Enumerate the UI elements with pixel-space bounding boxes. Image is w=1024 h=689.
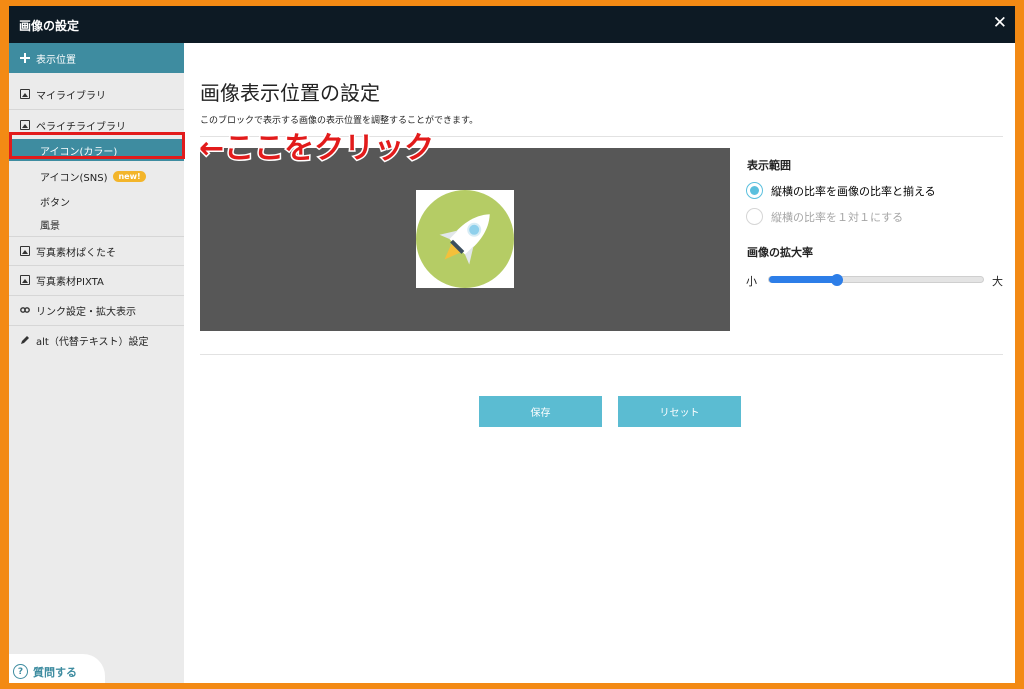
sidebar-subitem-label: ボタン bbox=[40, 197, 70, 209]
sidebar-item-label: 写真素材PIXTA bbox=[36, 276, 104, 288]
zoom-slider-row: 小 大 bbox=[746, 273, 1006, 288]
help-label: 質問する bbox=[33, 666, 77, 679]
close-icon[interactable]: ✕ bbox=[993, 13, 1007, 33]
sidebar-item-label: 写真素材ぱくたそ bbox=[36, 247, 116, 259]
radio-button[interactable] bbox=[746, 208, 763, 225]
pencil-icon bbox=[20, 335, 30, 345]
zoom-slider[interactable] bbox=[768, 274, 984, 286]
radio-option-square[interactable]: 縦横の比率を１対１にする bbox=[746, 208, 903, 225]
image-settings-dialog: 画像の設定 ✕ 表示位置 マイライブラリ ペライチライブラリ アイコン(カラー)… bbox=[9, 6, 1015, 683]
zoom-heading: 画像の拡大率 bbox=[747, 246, 813, 259]
radio-button[interactable] bbox=[746, 182, 763, 199]
reset-button[interactable]: リセット bbox=[618, 396, 741, 427]
sidebar-item-alt-text[interactable]: alt（代替テキスト）設定 bbox=[9, 325, 184, 355]
zoom-max-label: 大 bbox=[992, 275, 1003, 288]
sidebar-item-link-settings[interactable]: リンク設定・拡大表示 bbox=[9, 295, 184, 325]
question-icon: ? bbox=[13, 664, 28, 679]
dialog-title: 画像の設定 bbox=[19, 19, 80, 33]
sidebar-subitem-scenery[interactable]: 風景 bbox=[9, 213, 184, 235]
sidebar-subitem-button[interactable]: ボタン bbox=[9, 190, 184, 212]
image-icon bbox=[20, 246, 30, 256]
sidebar-item-my-library[interactable]: マイライブラリ bbox=[9, 79, 184, 109]
sidebar-item-label: 表示位置 bbox=[36, 54, 76, 66]
sidebar-item-label: ペライチライブラリ bbox=[36, 121, 126, 133]
radio-label: 縦横の比率を１対１にする bbox=[771, 210, 904, 224]
rocket-icon bbox=[416, 190, 514, 288]
help-button[interactable]: ? 質問する bbox=[9, 654, 105, 683]
divider bbox=[200, 354, 1003, 355]
preview-image bbox=[416, 190, 514, 288]
image-icon bbox=[20, 89, 30, 99]
zoom-slider-fill bbox=[769, 276, 838, 283]
sidebar-item-display-position[interactable]: 表示位置 bbox=[9, 43, 184, 73]
dialog-titlebar: 画像の設定 ✕ bbox=[9, 6, 1015, 43]
sidebar-item-label: alt（代替テキスト）設定 bbox=[36, 336, 149, 348]
range-heading: 表示範囲 bbox=[747, 159, 791, 172]
new-badge: new! bbox=[113, 170, 146, 182]
image-icon bbox=[20, 120, 30, 130]
radio-label: 縦横の比率を画像の比率と揃える bbox=[771, 184, 936, 198]
link-icon bbox=[20, 305, 30, 315]
image-icon bbox=[20, 275, 30, 285]
highlight-box bbox=[9, 132, 185, 159]
sidebar-item-pakutaso[interactable]: 写真素材ぱくたそ bbox=[9, 236, 184, 266]
move-icon bbox=[20, 53, 30, 63]
page-title: 画像表示位置の設定 bbox=[200, 81, 380, 105]
sidebar-subitem-icon-sns[interactable]: アイコン(SNS) new! bbox=[9, 165, 184, 187]
zoom-min-label: 小 bbox=[746, 275, 757, 288]
sidebar-subitem-label: アイコン(SNS) bbox=[40, 172, 108, 184]
save-button[interactable]: 保存 bbox=[479, 396, 602, 427]
zoom-slider-thumb[interactable] bbox=[831, 274, 844, 286]
sidebar-subitem-label: 風景 bbox=[40, 220, 60, 232]
click-here-annotation: ←ここをクリック bbox=[197, 130, 435, 168]
image-preview[interactable] bbox=[200, 148, 730, 331]
sidebar-item-label: リンク設定・拡大表示 bbox=[36, 306, 136, 318]
sidebar-item-pixta[interactable]: 写真素材PIXTA bbox=[9, 265, 184, 295]
radio-option-keep-ratio[interactable]: 縦横の比率を画像の比率と揃える bbox=[746, 182, 936, 199]
sidebar-item-label: マイライブラリ bbox=[36, 90, 106, 102]
